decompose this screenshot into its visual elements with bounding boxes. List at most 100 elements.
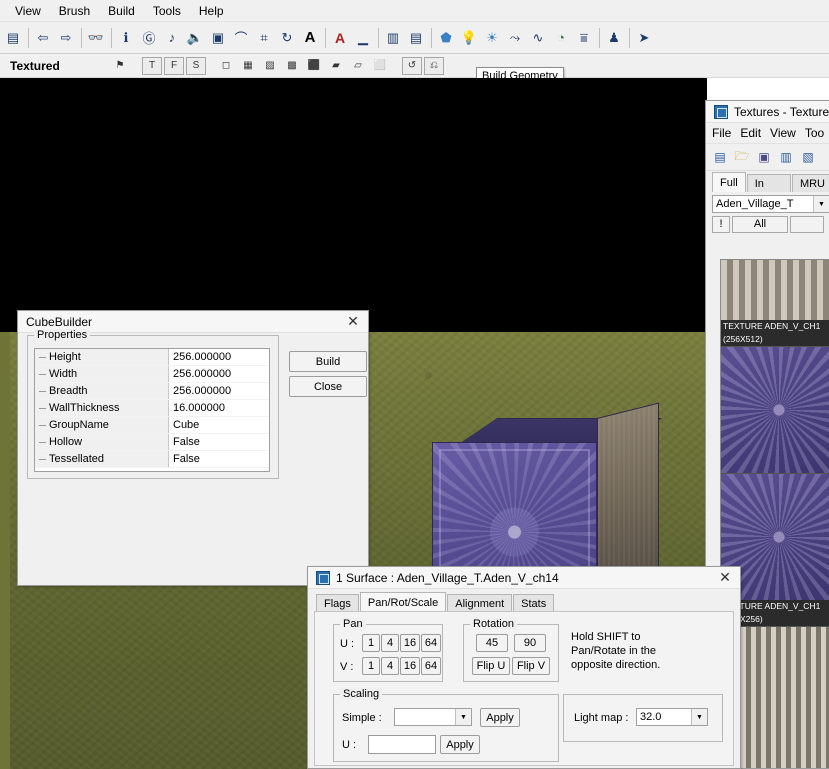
table-row[interactable]: Width 256.000000 bbox=[35, 366, 269, 383]
chevron-down-icon[interactable]: ▼ bbox=[691, 709, 707, 725]
table-row[interactable]: Tessellated False bbox=[35, 451, 269, 468]
chevron-down-icon[interactable]: ▼ bbox=[455, 709, 471, 725]
flat-view-icon[interactable]: ▨ bbox=[260, 57, 280, 75]
textures-titlebar[interactable]: Textures - Texture A bbox=[706, 101, 829, 123]
tab-alignment[interactable]: Alignment bbox=[447, 594, 513, 612]
pan-v-1-button[interactable]: 1 bbox=[362, 657, 380, 675]
light-bulb-icon[interactable]: 💡 bbox=[458, 26, 480, 50]
tab-stats[interactable]: Stats bbox=[513, 594, 555, 612]
font-color-icon[interactable]: A bbox=[329, 26, 351, 50]
scaling-simple-apply-button[interactable]: Apply bbox=[480, 708, 520, 727]
table-row[interactable]: Height 256.000000 bbox=[35, 349, 269, 366]
pan-v-64-button[interactable]: 64 bbox=[421, 657, 441, 675]
rotate-90-button[interactable]: 90 bbox=[514, 634, 546, 652]
property-value[interactable]: 256.000000 bbox=[169, 366, 269, 382]
rotate-view-icon[interactable]: ↺ bbox=[402, 56, 422, 75]
list-icon[interactable]: ▤ bbox=[405, 26, 427, 50]
pan-u-16-button[interactable]: 16 bbox=[400, 634, 420, 652]
textured-view-icon[interactable]: ▰ bbox=[326, 57, 346, 75]
surface-titlebar[interactable]: 1 Surface : Aden_Village_T.Aden_V_ch14 ✕ bbox=[308, 567, 740, 589]
close-icon[interactable]: ✕ bbox=[714, 569, 736, 587]
flip-v-button[interactable]: Flip V bbox=[512, 657, 550, 675]
package-combo[interactable]: Aden_Village_T ▼ bbox=[712, 195, 829, 213]
spline-icon[interactable]: ∿ bbox=[527, 26, 549, 50]
detach-view-icon[interactable]: ⎌ bbox=[424, 56, 444, 75]
flip-u-button[interactable]: Flip U bbox=[472, 657, 510, 675]
filter-button-extra[interactable] bbox=[790, 216, 824, 233]
scaling-simple-combo[interactable]: ▼ bbox=[394, 708, 472, 726]
shield-icon[interactable]: ⬟ bbox=[435, 26, 457, 50]
property-value[interactable]: False bbox=[169, 451, 269, 467]
rotate-45-button[interactable]: 45 bbox=[476, 634, 508, 652]
textures-toggle[interactable]: T bbox=[142, 56, 162, 75]
list-item[interactable] bbox=[721, 347, 829, 474]
menu-item-tools[interactable]: Tools bbox=[144, 1, 190, 21]
pan-v-16-button[interactable]: 16 bbox=[400, 657, 420, 675]
texture-thumbnail[interactable] bbox=[721, 347, 829, 473]
pan-v-4-button[interactable]: 4 bbox=[381, 657, 399, 675]
table-row[interactable]: GroupName Cube bbox=[35, 417, 269, 434]
group-icon[interactable]: Ⓖ bbox=[138, 26, 160, 50]
texture-icon[interactable]: ▣ bbox=[207, 26, 229, 50]
ambient-light-icon[interactable]: ☀ bbox=[481, 26, 503, 50]
fullbright-toggle[interactable]: F bbox=[164, 56, 184, 75]
forward-arrow-icon[interactable]: ⇨ bbox=[55, 26, 77, 50]
menu-item-view[interactable]: View bbox=[6, 1, 50, 21]
sliders-icon[interactable]: ⩸ bbox=[573, 26, 595, 50]
shadows-toggle[interactable]: S bbox=[186, 56, 206, 75]
spotlight-icon[interactable]: ◔ bbox=[550, 26, 572, 50]
close-icon[interactable]: ✕ bbox=[342, 313, 364, 331]
property-value[interactable]: Cube bbox=[169, 417, 269, 433]
property-value[interactable]: False bbox=[169, 434, 269, 450]
table-row[interactable]: Hollow False bbox=[35, 434, 269, 451]
select-arrow-icon[interactable]: ➤ bbox=[633, 26, 655, 50]
import-icon[interactable]: ▥ bbox=[776, 147, 796, 167]
scaling-u-apply-button[interactable]: Apply bbox=[440, 735, 480, 754]
back-arrow-icon[interactable]: ⇦ bbox=[32, 26, 54, 50]
animation-icon[interactable]: ↻ bbox=[276, 26, 298, 50]
speaker-icon[interactable]: 🔈 bbox=[184, 26, 206, 50]
table-row[interactable]: WallThickness 16.000000 bbox=[35, 400, 269, 417]
new-icon[interactable]: ▤ bbox=[2, 26, 24, 50]
curve-icon[interactable]: ⌒ bbox=[230, 26, 252, 50]
build-button[interactable]: Build bbox=[289, 351, 367, 372]
person-icon[interactable]: ♟ bbox=[603, 26, 625, 50]
surface-properties-window[interactable]: 1 Surface : Aden_Village_T.Aden_V_ch14 ✕… bbox=[307, 566, 741, 769]
gouraud-view-icon[interactable]: ▩ bbox=[282, 57, 302, 75]
path-icon[interactable]: ⤳ bbox=[504, 26, 526, 50]
menu-item-help[interactable]: Help bbox=[190, 1, 233, 21]
camera-icon[interactable]: ⚑ bbox=[110, 57, 130, 75]
mesh-icon[interactable]: ⌗ bbox=[253, 26, 275, 50]
lightmap-view-icon[interactable]: ▱ bbox=[348, 57, 368, 75]
menu-item-build[interactable]: Build bbox=[99, 1, 144, 21]
chevron-down-icon[interactable]: ▼ bbox=[813, 196, 829, 212]
scaling-u-input[interactable] bbox=[368, 735, 436, 754]
menu-item-edit[interactable]: Edit bbox=[740, 126, 770, 140]
info-icon[interactable]: ℹ bbox=[115, 26, 137, 50]
music-note-icon[interactable]: ♪ bbox=[161, 26, 183, 50]
tab-pan-rot-scale[interactable]: Pan/Rot/Scale bbox=[359, 592, 447, 612]
tab-flags[interactable]: Flags bbox=[316, 594, 359, 612]
pan-u-4-button[interactable]: 4 bbox=[381, 634, 399, 652]
tab-full[interactable]: Full bbox=[712, 172, 746, 192]
filter-button-exclaim[interactable]: ! bbox=[712, 216, 730, 233]
table-row[interactable]: Breadth 256.000000 bbox=[35, 383, 269, 400]
wireframe-view-icon[interactable]: ◻ bbox=[216, 57, 236, 75]
filter-button-all[interactable]: All bbox=[732, 216, 788, 233]
open-folder-icon[interactable]: 🗁 bbox=[732, 147, 752, 167]
menu-item-file[interactable]: File bbox=[712, 126, 740, 140]
menu-item-view[interactable]: View bbox=[770, 126, 805, 140]
menu-item-tools[interactable]: Too bbox=[805, 126, 829, 140]
copy-icon[interactable]: ▧ bbox=[798, 147, 818, 167]
points-view-icon[interactable]: ▦ bbox=[238, 57, 258, 75]
solid-view-icon[interactable]: ⬛ bbox=[304, 57, 324, 75]
tab-in-use[interactable]: In Use bbox=[746, 174, 791, 208]
close-button[interactable]: Close bbox=[289, 376, 367, 397]
text-tool-icon[interactable]: A bbox=[299, 26, 321, 50]
cubebuilder-window[interactable]: CubeBuilder ✕ Properties Height 256.0000… bbox=[17, 310, 369, 586]
save-icon[interactable]: ▣ bbox=[754, 147, 774, 167]
list-item[interactable]: TEXTURE ADEN_V_CH1 (256X512) bbox=[721, 260, 829, 347]
property-value[interactable]: 16.000000 bbox=[169, 400, 269, 416]
box-view-icon[interactable]: ⬜ bbox=[370, 57, 390, 75]
properties-list[interactable]: Height 256.000000 Width 256.000000 Bread… bbox=[34, 348, 270, 472]
